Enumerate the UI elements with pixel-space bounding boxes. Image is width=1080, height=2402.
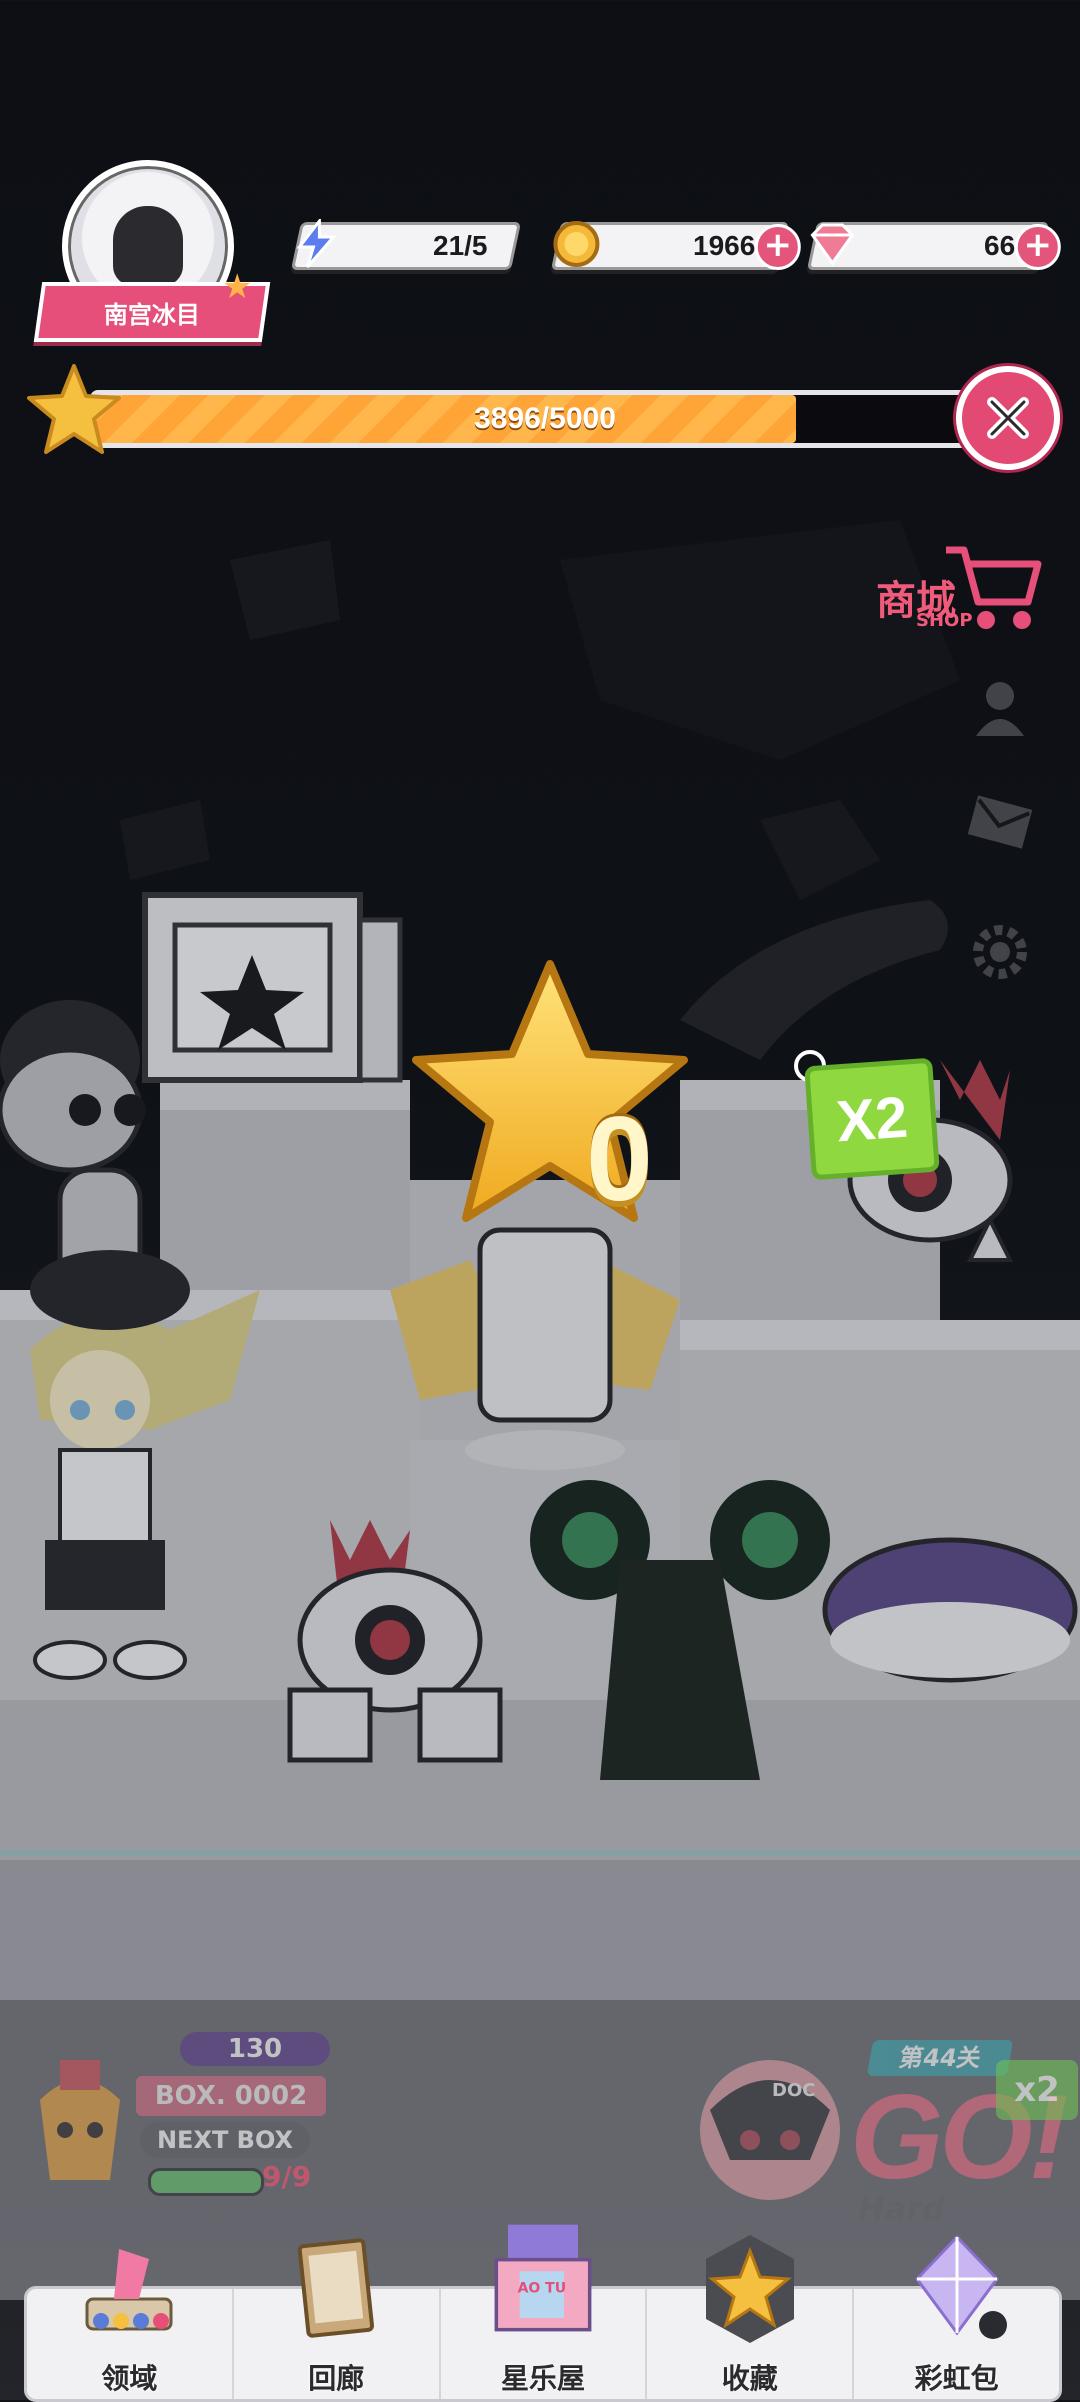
domain-icon (85, 2249, 173, 2331)
player-name: 南宫冰目 (104, 301, 200, 329)
box-gem-count: 130 (180, 2032, 330, 2066)
go-multiplier: x2 (996, 2060, 1078, 2120)
nav-label: 领域 (101, 2363, 158, 2394)
gem-counter[interactable]: 66 + (806, 222, 1061, 270)
close-button[interactable] (956, 366, 1060, 470)
collected-star-icon (412, 960, 688, 1222)
doc-character-icon (700, 2060, 840, 2200)
nav-label: 收藏 (721, 2363, 778, 2394)
gallery-icon (297, 2238, 375, 2338)
energy-counter[interactable]: 21/5 (290, 219, 522, 270)
bottom-nav: 领域 回廊 AO TU 星乐屋 收藏 彩虹包 (24, 2224, 1062, 2402)
nav-collection[interactable]: 收藏 (647, 2235, 855, 2399)
coin-icon (549, 217, 603, 271)
settings-gear-icon[interactable] (964, 916, 1036, 988)
collected-count: 0 (586, 1092, 653, 1226)
box-number: BOX. 0002 (136, 2076, 326, 2116)
nav-rainbow-pack[interactable]: 彩虹包 (854, 2234, 1059, 2399)
avatar-silhouette-icon (113, 206, 183, 286)
box-text: AO TU (518, 2280, 567, 2296)
multiplier-tag: X2 (804, 1057, 940, 1181)
star-icon (27, 364, 121, 454)
add-gems-button[interactable]: + (1014, 224, 1061, 270)
box-character-icon (40, 2060, 120, 2180)
lightning-icon (289, 217, 343, 271)
nav-label: 回廊 (308, 2363, 365, 2394)
collection-star-icon (705, 2235, 794, 2343)
star-progress-bar: 3896/5000 (90, 390, 1000, 448)
nav-gallery[interactable]: 回廊 (234, 2238, 441, 2399)
small-star-icon: ★ (222, 267, 253, 307)
nav-label: 彩虹包 (914, 2363, 999, 2394)
coin-counter[interactable]: 1966 + (550, 221, 801, 270)
energy-value: 21/5 (432, 230, 488, 261)
next-box-label: NEXT BOX (140, 2122, 310, 2158)
gem-icon (805, 217, 859, 271)
box-progress-bar (148, 2168, 264, 2196)
nav-label: 星乐屋 (500, 2363, 585, 2394)
mail-icon[interactable] (964, 786, 1036, 858)
close-icon (987, 397, 1029, 439)
difficulty-label: Hard (858, 2190, 946, 2228)
friends-icon[interactable] (964, 672, 1036, 744)
shop-sublabel: SHOP (916, 610, 973, 631)
progress-text: 3896/5000 (474, 402, 616, 435)
nav-star-house[interactable]: AO TU 星乐屋 (441, 2224, 648, 2399)
character-label: DOC (772, 2080, 816, 2101)
star-house-icon: AO TU (494, 2224, 592, 2332)
shop-button[interactable]: 商城 SHOP (876, 530, 1046, 640)
nav-domain[interactable]: 领域 (27, 2249, 234, 2399)
rainbow-pack-icon (914, 2234, 1007, 2339)
coin-value: 1966 (692, 230, 755, 261)
gem-value: 66 (983, 230, 1015, 261)
box-count: 9/9 (262, 2160, 312, 2193)
add-coins-button[interactable]: + (754, 224, 801, 270)
